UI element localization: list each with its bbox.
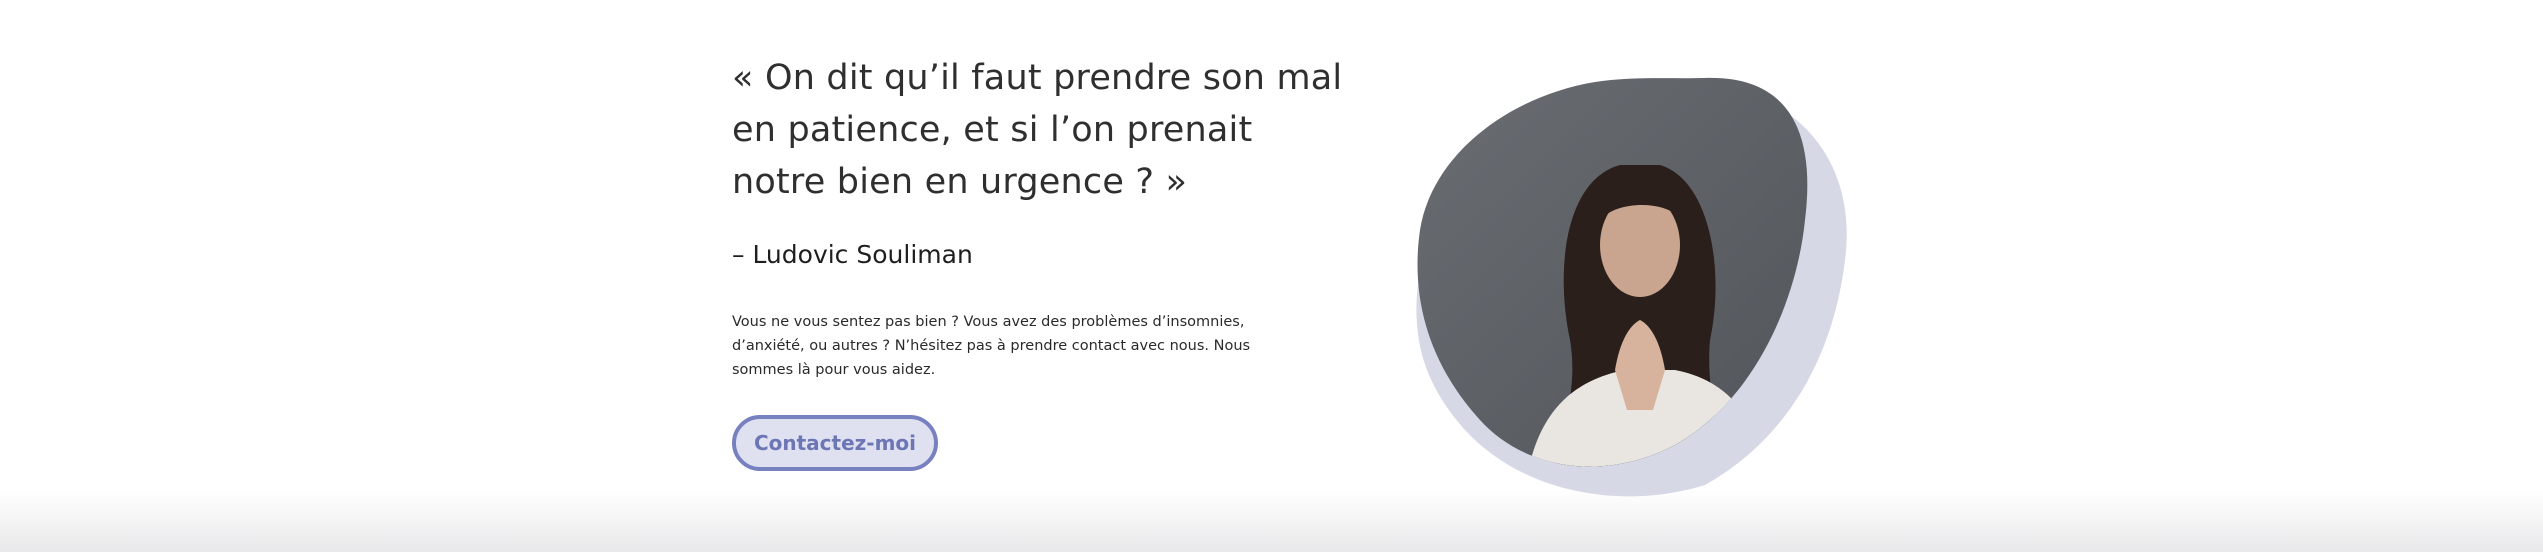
quote-text-column: « On dit qu’il faut prendre son mal en p… <box>732 52 1352 382</box>
description-text: Vous ne vous sentez pas bien ? Vous avez… <box>732 314 1251 378</box>
contact-button[interactable]: Contactez-moi <box>732 415 938 471</box>
portrait-image <box>1405 70 1875 520</box>
quote-text: « On dit qu’il faut prendre son mal en p… <box>732 58 1343 202</box>
section-bottom-shadow <box>0 490 2543 552</box>
quote-section: « On dit qu’il faut prendre son mal en p… <box>0 0 2543 552</box>
woman-praying-photo <box>1416 77 1847 497</box>
quote-author: – Ludovic Souliman <box>732 240 973 269</box>
